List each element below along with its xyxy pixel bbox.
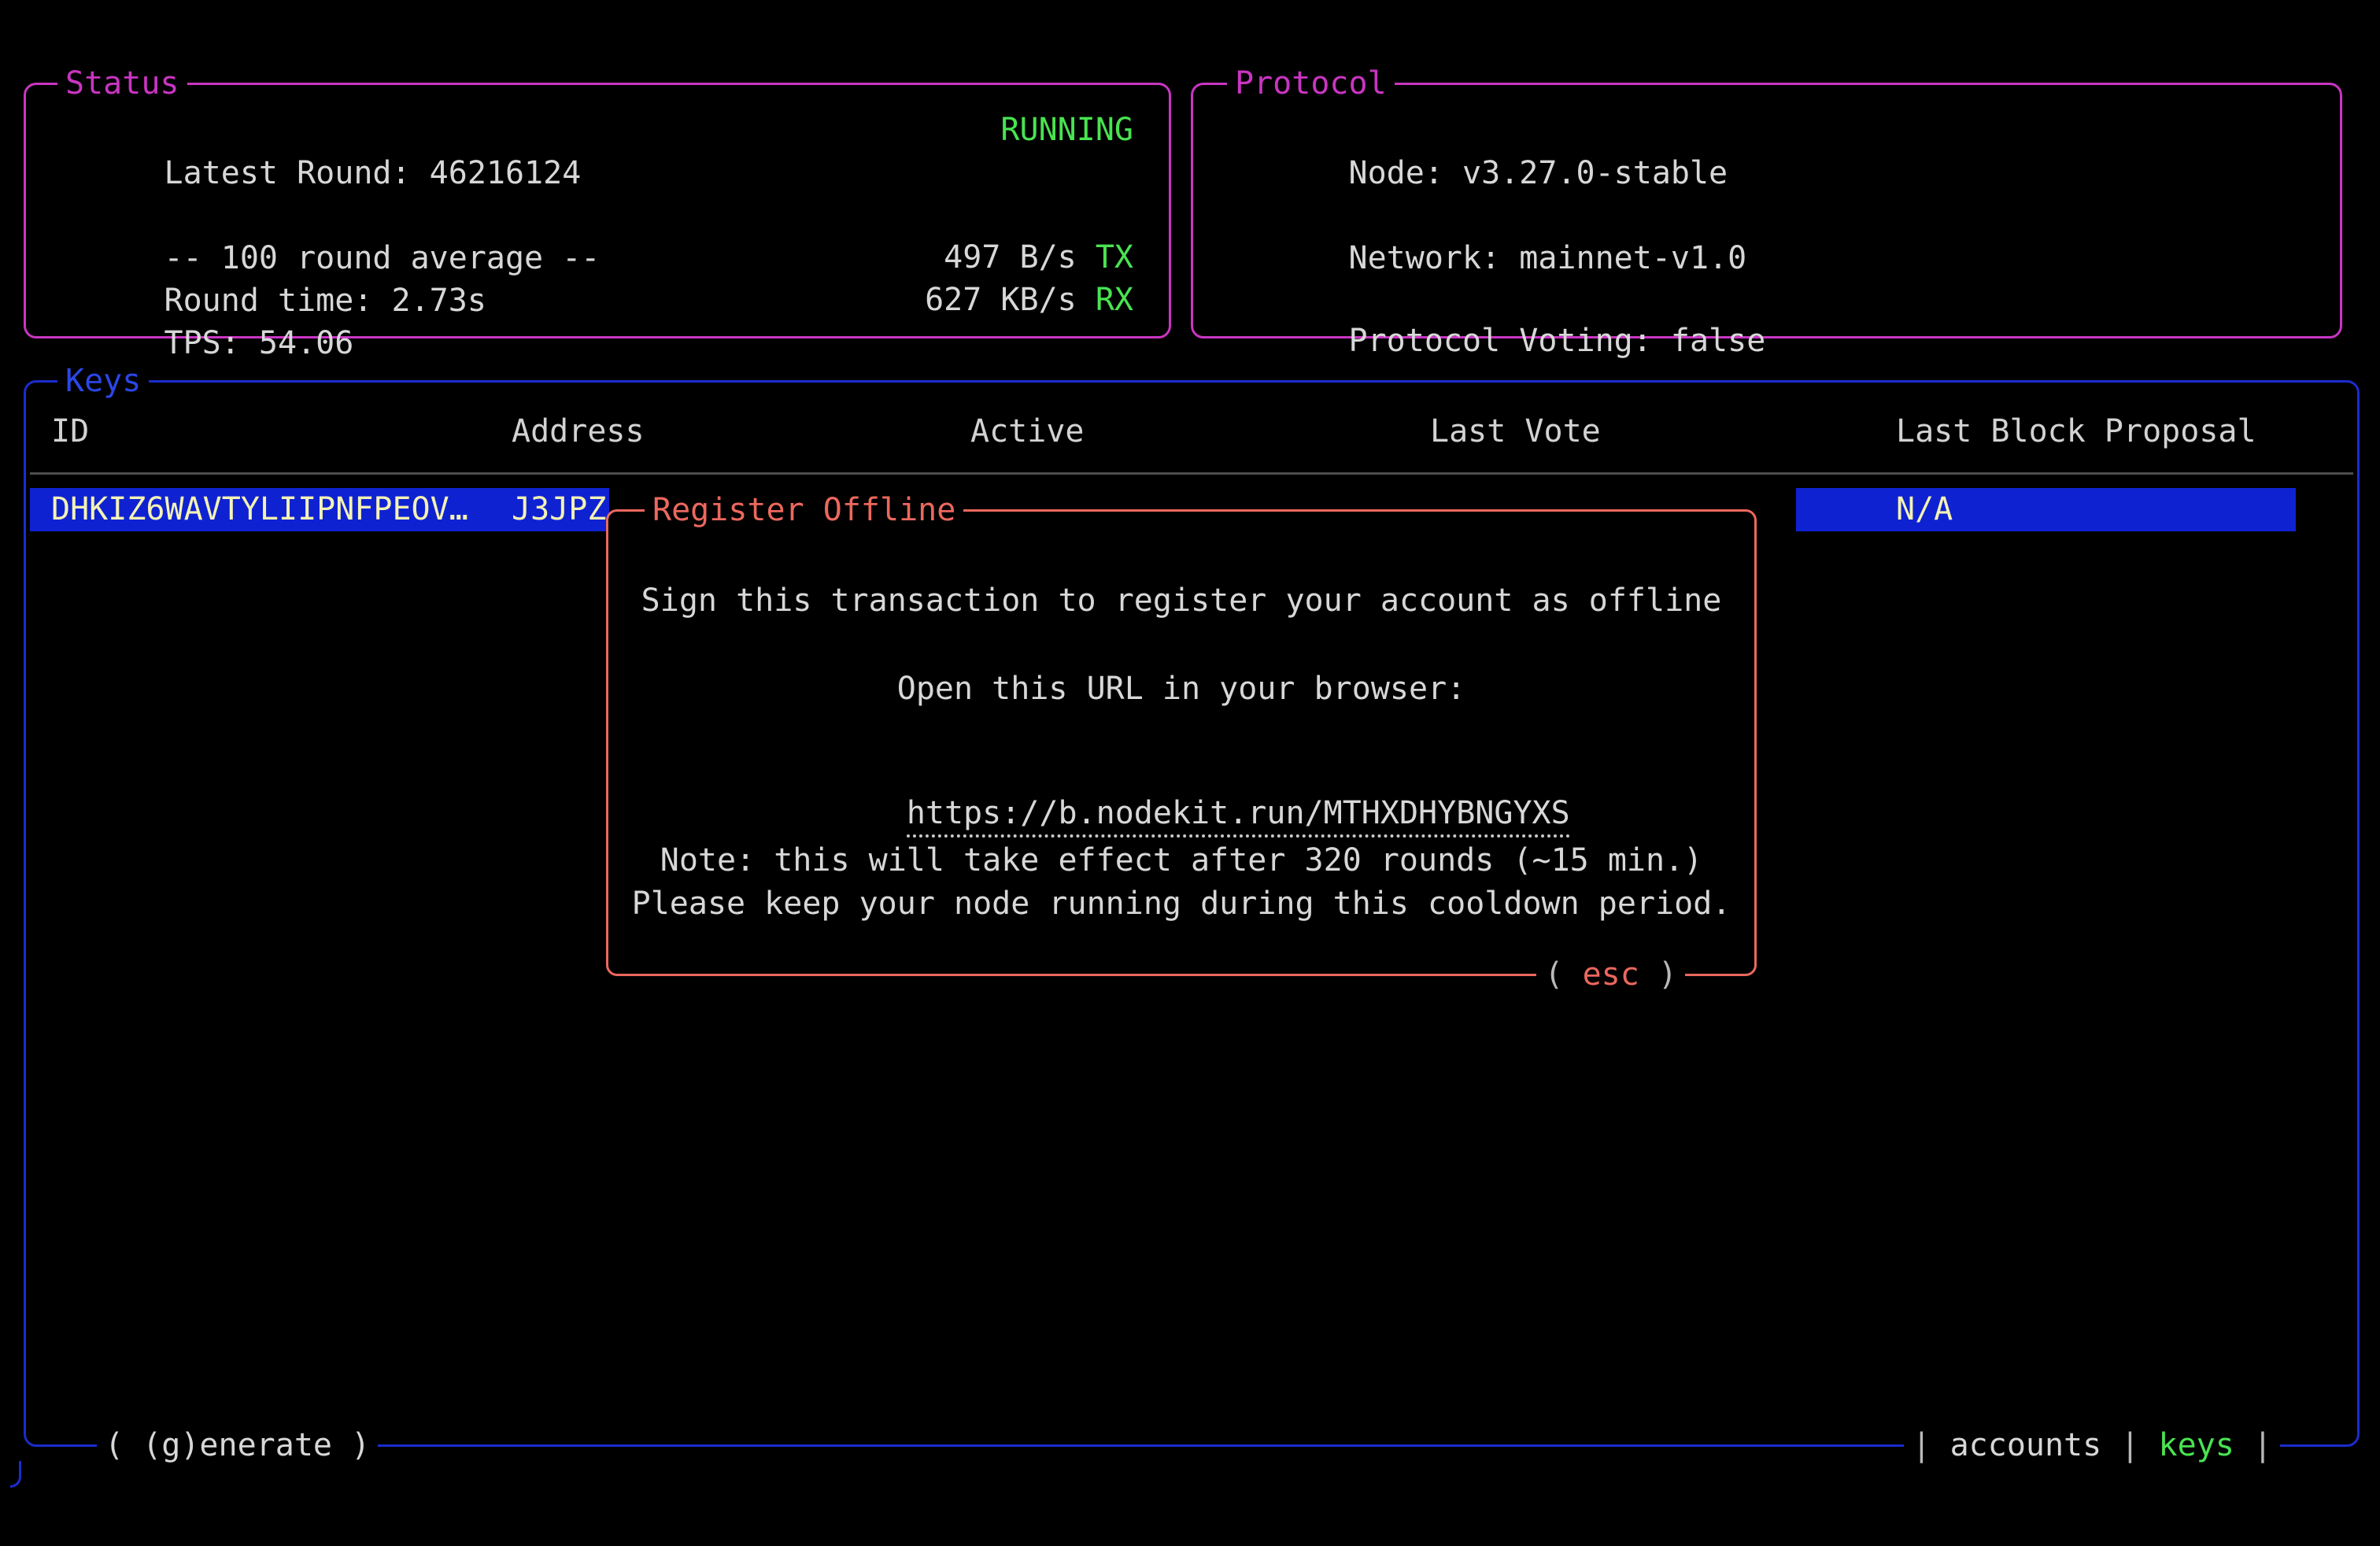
tps-line: TPS: 54.06 627 KB/s RX bbox=[50, 279, 1133, 322]
protocol-panel: Protocol Node: v3.27.0-stable Network: m… bbox=[1191, 83, 2342, 338]
tx-rate: 497 B/s TX bbox=[944, 236, 1133, 279]
modal-url-line: https://b.nodekit.run/MTHXDHYBNGYXS bbox=[611, 749, 1752, 792]
register-offline-modal: Register Offline Sign this transaction t… bbox=[606, 509, 1757, 976]
tx-label: TX bbox=[1096, 239, 1133, 276]
modal-url-prompt: Open this URL in your browser: bbox=[611, 668, 1752, 711]
latest-round-text: Latest Round: 46216124 bbox=[164, 155, 582, 191]
protocol-panel-title: Protocol bbox=[1227, 62, 1395, 105]
column-header-last-block-proposal: Last Block Proposal bbox=[1896, 410, 2256, 453]
node-version-line: Node: v3.27.0-stable bbox=[1235, 109, 2304, 152]
protocol-voting-text: Protocol Voting: false bbox=[1349, 323, 1766, 359]
esc-close-paren: ) bbox=[1639, 956, 1677, 993]
tab-separator: | bbox=[1912, 1427, 1931, 1463]
network-text: Network: mainnet-v1.0 bbox=[1349, 240, 1747, 276]
tab-accounts[interactable]: accounts bbox=[1931, 1427, 2120, 1463]
header-separator bbox=[30, 472, 2353, 475]
generate-button[interactable]: ( (g)enerate ) bbox=[97, 1424, 378, 1467]
column-header-id: ID bbox=[51, 410, 89, 453]
table-row-left-segment[interactable]: DHKIZ6WAVTYLIIPNFPEOV… J3JPZ bbox=[30, 488, 609, 531]
row-last-block-proposal-cell: N/A bbox=[1896, 488, 1953, 531]
row-id-cell: DHKIZ6WAVTYLIIPNFPEOV… bbox=[51, 488, 468, 531]
rx-rate-value: 627 KB/s bbox=[925, 282, 1096, 318]
node-version-text: Node: v3.27.0-stable bbox=[1349, 155, 1728, 191]
modal-note-line2: Please keep your node running during thi… bbox=[611, 882, 1752, 926]
running-status-badge: RUNNING bbox=[1000, 109, 1133, 152]
column-header-active: Active bbox=[970, 410, 1085, 453]
tx-rate-value: 497 B/s bbox=[944, 239, 1096, 276]
round-time-line: Round time: 2.73s 497 B/s TX bbox=[50, 236, 1133, 279]
modal-note-line1: Note: this will take effect after 320 ro… bbox=[611, 839, 1752, 882]
esc-button[interactable]: ( esc ) bbox=[1536, 953, 1685, 997]
rx-label: RX bbox=[1096, 282, 1133, 318]
terminal-screen: Status Latest Round: 46216124 RUNNING --… bbox=[0, 0, 2380, 1546]
column-header-address: Address bbox=[512, 410, 645, 453]
tab-separator: | bbox=[2120, 1427, 2139, 1463]
view-tabs: | accounts | keys | bbox=[1904, 1424, 2280, 1467]
esc-key-label: esc bbox=[1583, 956, 1639, 993]
modal-url-link[interactable]: https://b.nodekit.run/MTHXDHYBNGYXS bbox=[907, 795, 1570, 838]
tps-text: TPS: 54.06 bbox=[164, 325, 354, 361]
tab-keys[interactable]: keys bbox=[2139, 1427, 2253, 1463]
modal-instruction: Sign this transaction to register your a… bbox=[611, 579, 1752, 623]
status-panel: Status Latest Round: 46216124 RUNNING --… bbox=[24, 83, 1171, 338]
esc-open-paren: ( bbox=[1544, 956, 1582, 993]
keys-panel-title: Keys bbox=[57, 360, 149, 403]
status-panel-title: Status bbox=[57, 62, 187, 105]
border-corner-artifact bbox=[10, 1461, 21, 1488]
network-line: Network: mainnet-v1.0 bbox=[1235, 194, 2304, 237]
latest-round-line: Latest Round: 46216124 RUNNING bbox=[50, 109, 1133, 152]
tab-separator: | bbox=[2253, 1427, 2272, 1463]
modal-title: Register Offline bbox=[645, 489, 963, 532]
round-average-header: -- 100 round average -- bbox=[50, 194, 1133, 237]
rx-rate: 627 KB/s RX bbox=[925, 279, 1133, 322]
column-header-last-vote: Last Vote bbox=[1430, 410, 1601, 453]
protocol-voting-line: Protocol Voting: false bbox=[1235, 276, 2304, 320]
table-row-right-segment[interactable]: N/A bbox=[1796, 488, 2296, 531]
row-address-cell: J3JPZ bbox=[512, 488, 606, 531]
